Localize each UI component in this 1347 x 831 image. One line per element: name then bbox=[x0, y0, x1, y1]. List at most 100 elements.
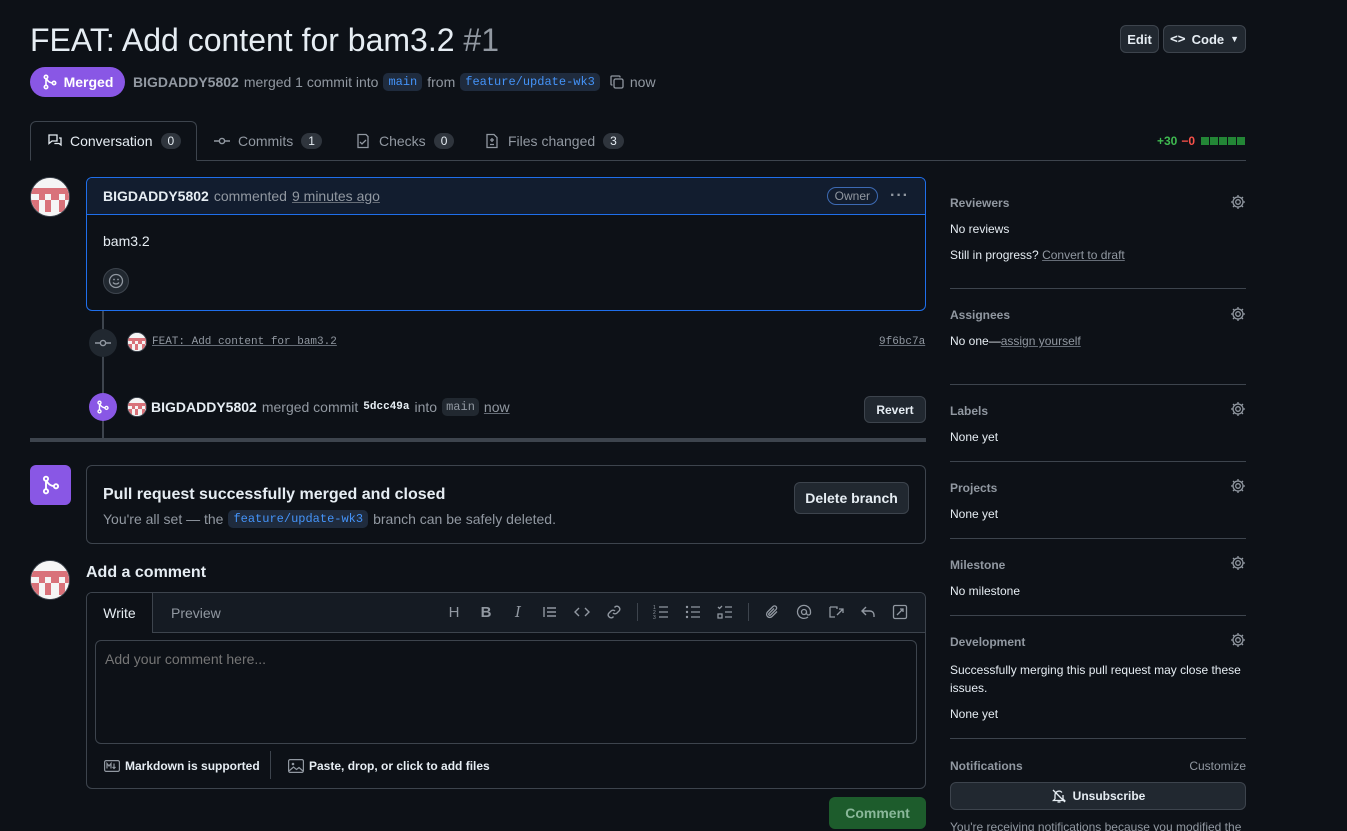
tab-preview[interactable]: Preview bbox=[171, 605, 221, 621]
assignees-title[interactable]: Assignees bbox=[950, 308, 1010, 322]
tab-conversation-label: Conversation bbox=[70, 133, 153, 149]
sidebar: Reviewers No reviews Still in progress? … bbox=[950, 194, 1246, 831]
development-title[interactable]: Development bbox=[950, 635, 1025, 649]
task-list-icon[interactable] bbox=[716, 603, 734, 621]
diffstat-additions: +30 bbox=[1157, 134, 1178, 148]
merged-box-branch-chip[interactable]: feature/update-wk3 bbox=[228, 510, 369, 528]
heading-icon[interactable]: H bbox=[445, 603, 463, 621]
merge-event-author[interactable]: BIGDADDY5802 bbox=[151, 399, 257, 415]
merge-commit-sha[interactable]: 5dcc49a bbox=[363, 401, 409, 413]
italic-icon[interactable]: I bbox=[509, 603, 527, 621]
bell-slash-icon bbox=[1051, 789, 1066, 803]
commit-event-badge bbox=[89, 329, 117, 357]
tab-files-count: 3 bbox=[603, 133, 624, 149]
add-reaction-button[interactable] bbox=[103, 268, 129, 294]
convert-to-draft-link[interactable]: Convert to draft bbox=[1042, 248, 1125, 262]
gear-icon[interactable] bbox=[1230, 555, 1246, 571]
gear-icon[interactable] bbox=[1230, 306, 1246, 322]
gear-icon[interactable] bbox=[1230, 632, 1246, 648]
labels-title[interactable]: Labels bbox=[950, 404, 988, 418]
revert-button[interactable]: Revert bbox=[864, 396, 926, 423]
avatar[interactable] bbox=[30, 177, 70, 217]
paperclip-icon[interactable] bbox=[763, 603, 781, 621]
bold-icon[interactable]: B bbox=[477, 603, 495, 621]
ordered-list-icon[interactable]: 123 bbox=[652, 603, 670, 621]
merge-event-text: BIGDADDY5802 merged commit 5dcc49a into … bbox=[151, 398, 510, 416]
pr-title-row: FEAT: Add content for bam3.2 #1 bbox=[30, 22, 499, 59]
code-icon[interactable] bbox=[573, 603, 591, 621]
head-branch-chip[interactable]: feature/update-wk3 bbox=[460, 73, 600, 91]
projects-title[interactable]: Projects bbox=[950, 481, 997, 495]
gear-icon[interactable] bbox=[1230, 478, 1246, 494]
assign-yourself-link[interactable]: assign yourself bbox=[1001, 334, 1081, 348]
merged-box-title: Pull request successfully merged and clo… bbox=[103, 486, 446, 503]
commit-message-link[interactable]: FEAT: Add content for bam3.2 bbox=[152, 336, 337, 348]
notifications-note: You're receiving notifications because y… bbox=[950, 820, 1242, 831]
link-icon[interactable] bbox=[605, 603, 623, 621]
attach-files-note[interactable]: Paste, drop, or click to add files bbox=[288, 759, 490, 773]
kebab-menu-icon[interactable]: ··· bbox=[890, 187, 909, 205]
comment-editor: Write Preview H B I 123 Markdown is supp… bbox=[86, 592, 926, 789]
commit-author-avatar[interactable] bbox=[127, 332, 147, 352]
merge-branch-chip[interactable]: main bbox=[442, 398, 479, 416]
customize-link[interactable]: Customize bbox=[1189, 759, 1246, 773]
diffstat-bar bbox=[1201, 137, 1246, 145]
avatar-identicon bbox=[128, 333, 146, 351]
reviewers-title[interactable]: Reviewers bbox=[950, 196, 1009, 210]
comment-author[interactable]: BIGDADDY5802 bbox=[103, 188, 209, 204]
tab-conversation[interactable]: Conversation 0 bbox=[30, 121, 197, 161]
quote-icon[interactable] bbox=[541, 603, 559, 621]
unsubscribe-label: Unsubscribe bbox=[1072, 789, 1146, 803]
current-user-avatar[interactable] bbox=[30, 560, 70, 600]
comment-textarea[interactable] bbox=[95, 640, 917, 744]
merged-state-label: Merged bbox=[63, 74, 114, 90]
cross-reference-icon[interactable] bbox=[827, 603, 845, 621]
tab-commits[interactable]: Commits 1 bbox=[214, 133, 322, 149]
markdown-note[interactable]: Markdown is supported bbox=[104, 759, 260, 773]
sidebar-projects: Projects None yet bbox=[950, 462, 1246, 538]
pr-author-link[interactable]: BIGDADDY5802 bbox=[133, 74, 239, 90]
markdown-note-label: Markdown is supported bbox=[125, 759, 260, 773]
smiley-icon bbox=[108, 273, 124, 289]
unsubscribe-button[interactable]: Unsubscribe bbox=[950, 782, 1246, 810]
expand-icon[interactable] bbox=[891, 603, 909, 621]
comment-submit-button[interactable]: Comment bbox=[829, 797, 926, 829]
toolbar-divider bbox=[748, 603, 749, 621]
tab-write[interactable]: Write bbox=[87, 593, 153, 633]
edit-button[interactable]: Edit bbox=[1120, 25, 1159, 53]
merge-event-time[interactable]: now bbox=[484, 399, 510, 415]
tab-checks[interactable]: Checks 0 bbox=[355, 133, 455, 149]
owner-badge: Owner bbox=[826, 187, 879, 205]
merge-event-into: into bbox=[414, 399, 438, 415]
diffstat-deletions: −0 bbox=[1181, 134, 1196, 148]
merge-icon bbox=[42, 475, 59, 495]
svg-text:3: 3 bbox=[653, 615, 656, 620]
mention-icon[interactable] bbox=[795, 603, 813, 621]
file-diff-icon bbox=[486, 133, 498, 149]
code-button[interactable]: <> Code ▼ bbox=[1163, 25, 1246, 53]
projects-value: None yet bbox=[950, 507, 999, 521]
commit-icon bbox=[214, 137, 230, 145]
merge-icon bbox=[97, 400, 109, 414]
commit-sha-link[interactable]: 9f6bc7a bbox=[879, 336, 925, 348]
merge-time: now bbox=[629, 74, 656, 90]
pr-number: #1 bbox=[463, 22, 500, 58]
reply-icon[interactable] bbox=[859, 603, 877, 621]
delete-branch-button[interactable]: Delete branch bbox=[794, 482, 909, 514]
milestone-title[interactable]: Milestone bbox=[950, 558, 1005, 572]
comment-time[interactable]: 9 minutes ago bbox=[292, 188, 380, 204]
unordered-list-icon[interactable] bbox=[684, 603, 702, 621]
tab-conversation-count: 0 bbox=[160, 133, 182, 149]
base-branch-chip[interactable]: main bbox=[383, 73, 423, 91]
comment-header: BIGDADDY5802 commented 9 minutes ago Own… bbox=[87, 178, 925, 215]
code-icon: <> bbox=[1169, 31, 1186, 47]
gear-icon[interactable] bbox=[1230, 401, 1246, 417]
development-desc: Successfully merging this pull request m… bbox=[950, 663, 1241, 695]
tab-files-changed[interactable]: Files changed 3 bbox=[484, 133, 624, 149]
merge-author-avatar[interactable] bbox=[127, 397, 147, 417]
copy-icon[interactable] bbox=[609, 74, 625, 90]
gear-icon[interactable] bbox=[1230, 194, 1246, 210]
merged-box: Pull request successfully merged and clo… bbox=[86, 465, 926, 544]
avatar-identicon bbox=[128, 398, 146, 416]
comment-card: BIGDADDY5802 commented 9 minutes ago Own… bbox=[86, 177, 926, 311]
